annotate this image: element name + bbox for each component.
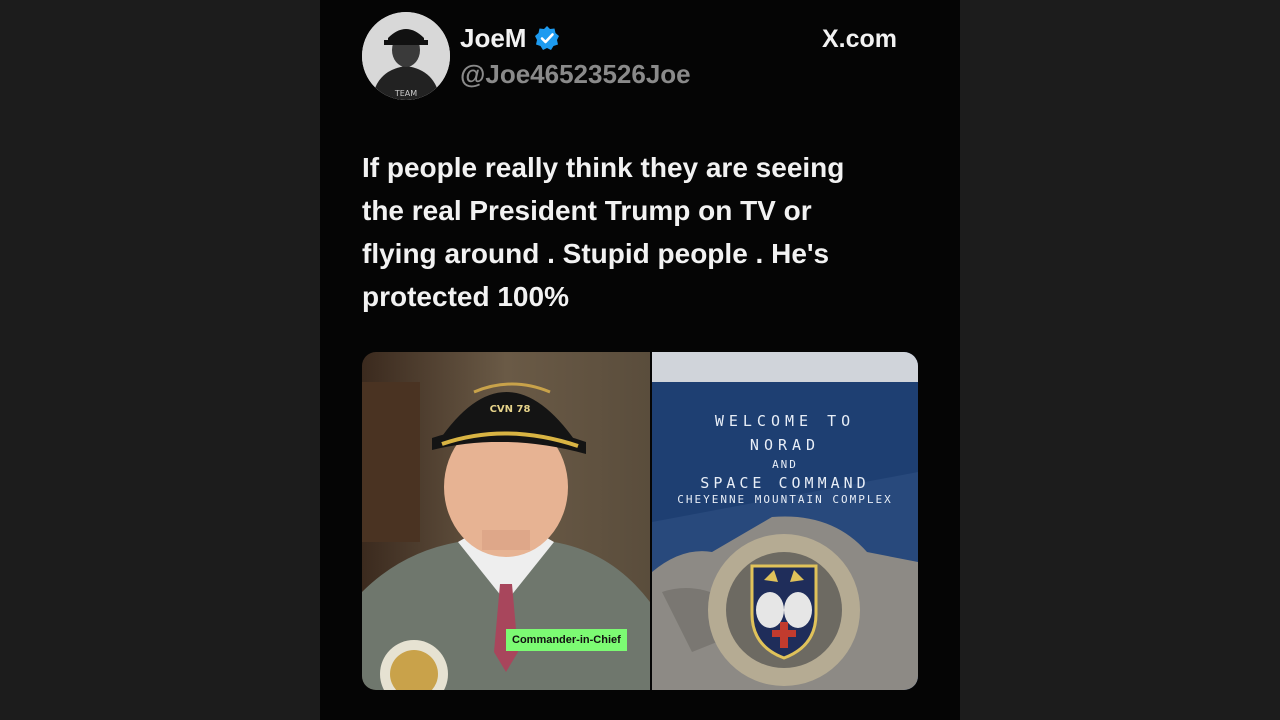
tweet-text: If people really think they are seeing t…	[362, 152, 845, 312]
user-handle[interactable]: @Joe46523526Joe	[460, 58, 691, 90]
sign-line-4: SPACE COMMAND	[700, 474, 870, 492]
brand-label: X.com	[822, 25, 898, 53]
tweet-media[interactable]: CVN 78	[362, 352, 918, 690]
hat-text: CVN 78	[490, 404, 531, 415]
media-image-right[interactable]	[652, 352, 918, 690]
display-name[interactable]: JoeM	[460, 22, 526, 54]
avatar[interactable]: TEAM	[362, 12, 450, 100]
sign-line-2: NORAD	[749, 436, 821, 454]
name-row: JoeM	[460, 22, 560, 54]
verified-badge-icon	[534, 25, 560, 51]
svg-text:TEAM: TEAM	[394, 89, 417, 98]
sign-line-1: WELCOME TO	[714, 412, 856, 430]
sign-line-5: CHEYENNE MOUNTAIN COMPLEX	[677, 493, 893, 506]
sign-line-3: AND	[772, 458, 798, 471]
media-caption-label: Commander-in-Chief	[506, 629, 627, 651]
